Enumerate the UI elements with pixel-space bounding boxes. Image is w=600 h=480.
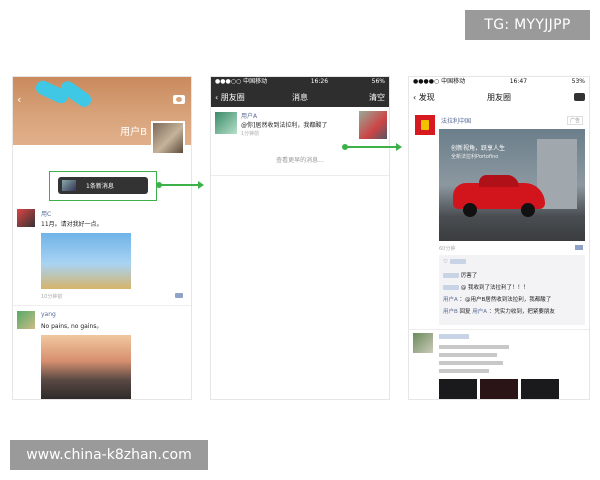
avatar[interactable] [413, 333, 433, 353]
ad-time: 60分钟 [439, 246, 456, 252]
comment-line: 用户B 回复 用户A ：凭实力收到，把紧要朋友 [443, 307, 555, 315]
camera-icon[interactable] [173, 95, 185, 104]
post-text-blurred [439, 361, 503, 365]
ad-author[interactable]: 法拉利中国 [441, 116, 471, 125]
message-time: 1分钟前 [241, 131, 260, 137]
liker-names [449, 259, 466, 264]
avatar[interactable] [17, 209, 35, 227]
nav-bar: ‹ 发现 朋友圈 [409, 87, 589, 107]
post-text-blurred [439, 353, 497, 357]
camera-icon[interactable] [574, 93, 585, 101]
battery: 53% [571, 78, 585, 85]
post-text: No pains, no gains。 [41, 323, 103, 330]
reply-word: 回复 [459, 309, 471, 315]
view-earlier-messages[interactable]: 查看更早的消息... [211, 155, 389, 164]
nav-bar: ‹ 朋友圈 消息 清空 [211, 87, 389, 107]
sandal-decoration [58, 78, 94, 110]
watermark-bottom: www.china-k8zhan.com [10, 440, 208, 470]
battery: 56% [371, 78, 385, 85]
post-text-blurred [439, 369, 489, 373]
comment-author [443, 273, 459, 278]
ferrari-logo-icon[interactable] [415, 115, 435, 135]
comment-text: ：凭实力收到，把紧要朋友 [488, 309, 555, 315]
message-thumbnail [359, 111, 387, 139]
carrier: ●●●○○ 中国移动 [215, 78, 268, 85]
flow-arrow [342, 143, 402, 151]
carrier: ●●●●○ 中国移动 [413, 78, 466, 85]
post-image-grid [439, 379, 559, 399]
comment-text: ：@用户B居然收到法拉利，我都酸了 [459, 297, 552, 303]
post-image[interactable] [521, 379, 559, 399]
watermark-top: TG: MYYJJPP [465, 10, 590, 40]
post-time: 10分钟前 [41, 294, 63, 300]
divider [13, 305, 191, 306]
avatar[interactable] [17, 311, 35, 329]
back-label: 发现 [418, 92, 435, 102]
flow-arrow [156, 181, 204, 189]
ad-badge[interactable]: 广告 [566, 116, 583, 125]
message-item[interactable]: 用户A @你]居然收到法拉利，我都酸了 1分钟前 [211, 107, 389, 145]
phone-messages: ●●●○○ 中国移动 16:26 56% ‹ 朋友圈 消息 清空 用户A @你]… [210, 76, 390, 400]
profile-username: 用户B [120, 127, 147, 138]
comment-menu-icon[interactable] [575, 245, 583, 250]
post-text-blurred [439, 345, 509, 349]
message-text: @你]居然收到法拉利，我都酸了 [241, 122, 328, 129]
phone-moments-profile: ‹ 用户B 1条新消息 用C 11月。请对我好一点。 10分钟前 yang No… [12, 76, 192, 400]
ad-slogan: 创新视角，跃享人生 [451, 145, 506, 152]
comment-author[interactable]: 用户A [443, 297, 458, 303]
profile-avatar[interactable] [151, 121, 185, 155]
heart-icon: ♡ [443, 259, 448, 265]
status-bar: ●●●○○ 中国移动 16:26 56% [211, 77, 389, 87]
comment-author [443, 285, 459, 290]
status-bar: ●●●●○ 中国移动 16:47 53% [409, 77, 589, 87]
post-author-blurred[interactable] [439, 334, 469, 339]
new-message-label: 1条新消息 [86, 183, 114, 190]
divider [211, 175, 389, 176]
comment-box: ♡ 厉害了 @ 我收到了法拉利了！！！ 用户A ：@用户B居然收到法拉利，我都酸… [439, 255, 585, 325]
back-label: 朋友圈 [220, 92, 245, 102]
post-image-bridge[interactable] [41, 335, 131, 399]
back-arrow-icon[interactable]: ‹ [17, 93, 21, 106]
car-wheel [463, 203, 477, 217]
page-title: 朋友圈 [487, 92, 511, 102]
comment-author[interactable]: 用户B [443, 309, 458, 315]
clock: 16:47 [509, 78, 528, 85]
comment-line: 用户A ：@用户B居然收到法拉利，我都酸了 [443, 295, 551, 303]
likes-line: ♡ [443, 259, 466, 265]
clear-button[interactable]: 清空 [369, 92, 385, 103]
comment-text: @ 我收到了法拉利了！！！ [460, 285, 529, 291]
comment-line: 厉害了 [443, 271, 477, 279]
post-image[interactable] [480, 379, 518, 399]
back-button[interactable]: ‹ 朋友圈 [215, 92, 245, 103]
post-image-crane[interactable] [41, 233, 131, 289]
comment-menu-icon[interactable] [175, 293, 183, 298]
post-text: 11月。请对我好一点。 [41, 221, 103, 228]
reply-target[interactable]: 用户A [472, 309, 487, 315]
phone-moments-feed: ●●●●○ 中国移动 16:47 53% ‹ 发现 朋友圈 法拉利中国 广告 创… [408, 76, 590, 400]
avatar[interactable] [215, 112, 237, 134]
moment-post: 用C 11月。请对我好一点。 10分钟前 [17, 209, 189, 300]
comment-line: @ 我收到了法拉利了！！！ [443, 283, 529, 291]
back-button[interactable]: ‹ 发现 [413, 92, 435, 103]
post-image[interactable] [439, 379, 477, 399]
clock: 16:26 [310, 78, 329, 85]
new-message-highlight: 1条新消息 [49, 171, 157, 201]
post-author[interactable]: 用C [41, 209, 51, 218]
car-wheel [521, 203, 535, 217]
new-message-avatar [62, 180, 76, 191]
new-message-button[interactable]: 1条新消息 [58, 177, 148, 194]
message-author: 用户A [241, 113, 258, 120]
ad-subslogan: 全新法拉利Portofino [451, 154, 499, 160]
divider [409, 329, 589, 330]
post-author[interactable]: yang [41, 311, 56, 318]
moment-post: yang No pains, no gains。 [17, 311, 189, 399]
ad-image[interactable]: 创新视角，跃享人生 全新法拉利Portofino [439, 129, 585, 241]
comment-text: 厉害了 [460, 273, 478, 279]
